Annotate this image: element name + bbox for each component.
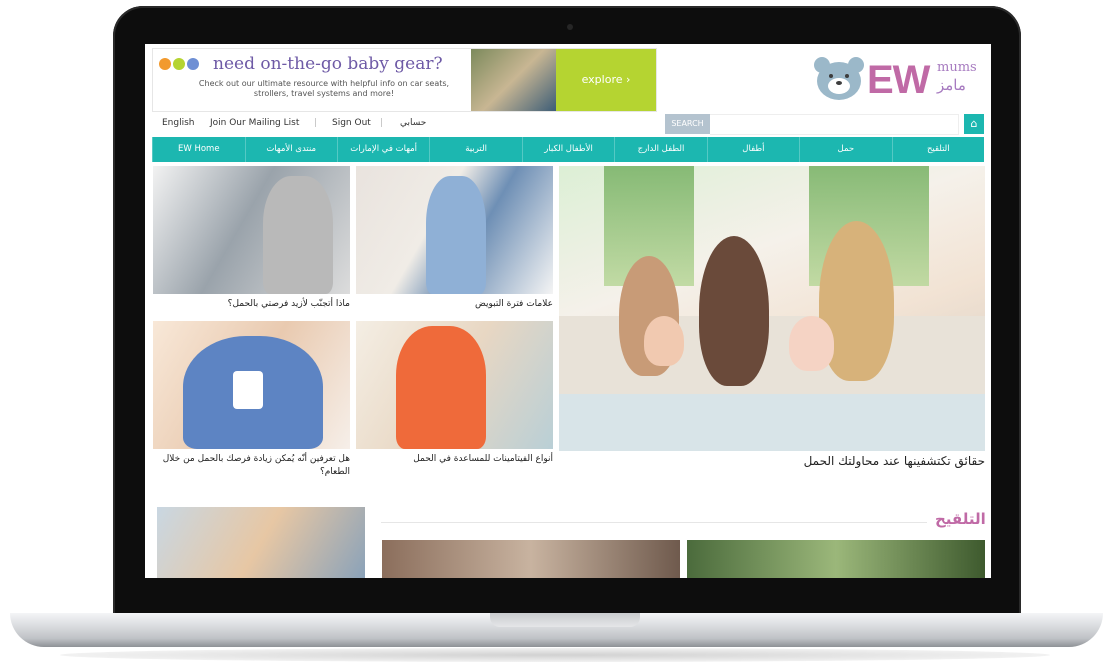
yogurt-cup-decor [233,371,263,409]
article-thumb-avoid[interactable] [153,166,350,294]
figure-decor [263,176,333,294]
article-thumb-vitamins[interactable] [356,321,553,449]
nav-item-conception[interactable]: التلقيح [891,137,984,162]
article-thumb-ovulation[interactable] [356,166,553,294]
section-divider [381,522,927,523]
search-input[interactable] [710,114,959,135]
ad-dots-icon [159,58,201,74]
ad-banner[interactable]: need on-the-go baby gear? Check out our … [152,48,657,112]
home-icon[interactable]: ⌂ [964,114,984,134]
baby-figure [644,316,684,366]
article-caption[interactable]: أنواع الفيتامينات للمساعدة في الحمل [356,453,553,466]
logo-ew-text: EW [867,58,930,102]
utility-bar: English Join Our Mailing List | Sign Out… [152,114,984,135]
section-title: التلقيح [935,510,986,528]
nav-item-toddler[interactable]: الطفل الدارج [614,137,706,162]
hero-caption[interactable]: حقائق تكتشفينها عند محاولتك الحمل [559,454,985,468]
nav-item-pregnancy[interactable]: حمل [799,137,891,162]
nav-item-kids[interactable]: الأطفال الكبار [521,137,614,162]
separator: | [380,118,384,128]
bear-logo-icon [814,57,864,100]
hero-image[interactable] [559,166,985,451]
site-logo[interactable]: EW mums مامز [809,52,989,106]
article-thumb-party[interactable] [687,540,985,578]
mother-figure [699,236,769,386]
my-account-link[interactable]: حسابي [400,118,426,128]
figure-decor [396,326,486,449]
laptop-shadow [60,648,1050,662]
english-link[interactable]: English [162,118,195,128]
sign-out-link[interactable]: Sign Out [332,118,371,128]
nav-item-babies[interactable]: أطفال [706,137,799,162]
nav-item-parenting[interactable]: التربية [429,137,521,162]
mailing-list-link[interactable]: Join Our Mailing List [210,118,299,128]
baby-figure [789,316,834,371]
separator: | [314,118,318,128]
main-nav: التلقيح حمل أطفال الطفل الدارج الأطفال ا… [152,137,984,162]
browser-screen: need on-the-go baby gear? Check out our … [145,44,991,578]
article-caption[interactable]: ماذا أتجنّب لأزيد فرصتي بالحمل؟ [153,298,350,311]
table-decor [559,394,985,451]
ad-stroller-image [471,49,556,111]
article-thumb-food[interactable] [153,321,350,449]
ad-subtitle: Check out our ultimate resource with hel… [198,79,450,98]
nav-item-ew-home[interactable]: EW Home [152,137,244,162]
ad-title: need on-the-go baby gear? [213,54,443,74]
ad-explore-button[interactable]: explore › [556,49,656,111]
logo-arabic-text: مامز [937,76,966,94]
article-thumb-couple[interactable] [157,507,365,578]
laptop-notch [490,613,640,627]
article-caption[interactable]: هل تعرفين أنّه يُمكن زيادة فرصك بالحمل م… [153,453,350,479]
logo-mums-text: mums [937,60,977,75]
webcam-icon [567,24,573,30]
article-caption[interactable]: علامات فترة التبويض [356,298,553,311]
nav-item-uae-mums[interactable]: أمهات في الإمارات [336,137,429,162]
search-button[interactable]: SEARCH [665,114,710,134]
article-thumb-food-2[interactable] [382,540,680,578]
nav-item-forum[interactable]: منتدى الأمهات [244,137,337,162]
figure-decor [426,176,486,294]
